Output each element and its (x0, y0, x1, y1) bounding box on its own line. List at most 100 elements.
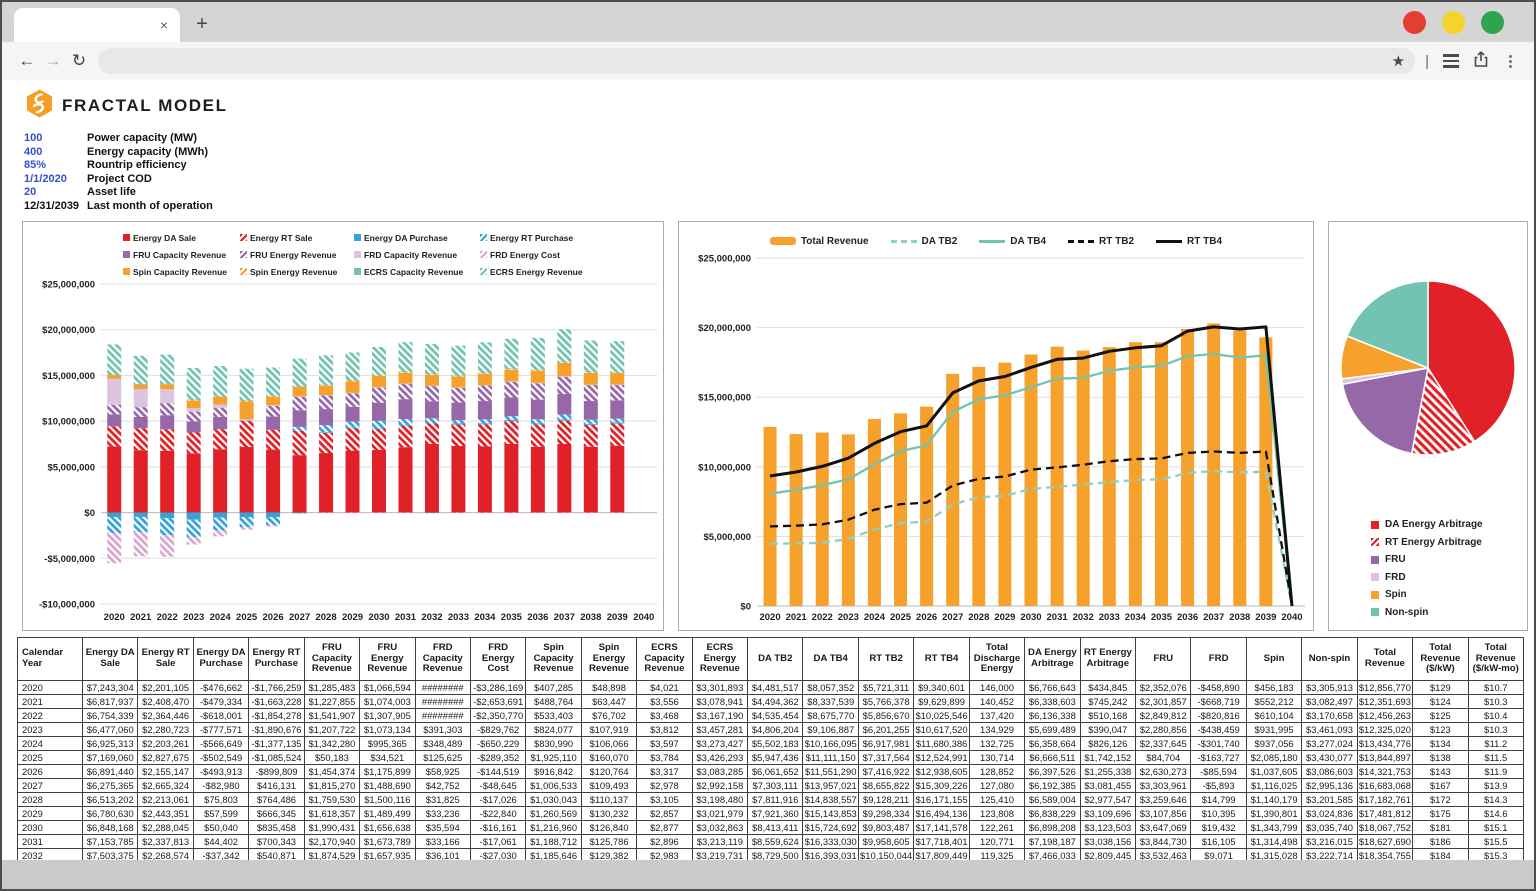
table-cell: $2,201,105 (138, 681, 193, 695)
window-maximize-button[interactable] (1481, 11, 1504, 34)
table-header-cell: Total Discharge Energy (969, 638, 1024, 681)
table-cell-year: 2021 (18, 695, 83, 709)
table-cell: $1,342,280 (304, 737, 359, 751)
legend-label: Spin (1385, 586, 1407, 604)
table-cell: $175 (1413, 807, 1468, 821)
table-header-cell: FRU (1136, 638, 1191, 681)
table-cell: $14,321,753 (1357, 765, 1412, 779)
parameters-list: 100Power capacity (MW)400Energy capacity… (24, 132, 1534, 213)
table-cell: -$899,809 (249, 765, 304, 779)
table-cell: $17,141,578 (914, 821, 969, 835)
window-minimize-button[interactable] (1442, 11, 1465, 34)
table-cell: 120,771 (969, 835, 1024, 849)
table-cell: $1,815,270 (304, 779, 359, 793)
table-cell: -$163,727 (1191, 751, 1246, 765)
table-cell: $1,343,799 (1246, 821, 1301, 835)
table-cell: $3,468 (637, 709, 692, 723)
table-cell: $6,589,004 (1025, 793, 1080, 807)
window-close-button[interactable] (1403, 11, 1426, 34)
table-cell: $3,167,190 (692, 709, 747, 723)
legend-item: DA Energy Arbitrage (1371, 516, 1527, 534)
new-tab-button[interactable]: + (190, 13, 214, 36)
table-cell: $126,840 (581, 821, 636, 835)
back-icon[interactable]: ← (14, 51, 40, 71)
svg-text:2029: 2029 (342, 612, 363, 623)
table-cell: $2,364,446 (138, 709, 193, 723)
legend-label: RT Energy Arbitrage (1385, 534, 1482, 552)
table-cell: $1,390,801 (1246, 807, 1301, 821)
more-options-icon[interactable]: ⋮ (1503, 52, 1518, 70)
svg-text:2021: 2021 (130, 612, 152, 623)
address-bar[interactable]: ★ (98, 48, 1415, 74)
table-cell: $15,724,692 (803, 821, 858, 835)
svg-text:2023: 2023 (183, 612, 204, 623)
legend-label: FRU (1385, 551, 1406, 569)
bookmark-star-icon[interactable]: ★ (1392, 52, 1405, 70)
table-cell: $1,454,374 (304, 765, 359, 779)
table-header-row: Calendar YearEnergy DA SaleEnergy RT Sal… (18, 638, 1524, 681)
table-cell: $9,340,601 (914, 681, 969, 695)
table-header-cell: RT TB2 (858, 638, 913, 681)
table-cell: $2,995,136 (1302, 779, 1357, 793)
table-header-cell: FRU Capacity Revenue (304, 638, 359, 681)
svg-text:$10,000,000: $10,000,000 (42, 417, 95, 428)
table-cell: $17,481,812 (1357, 807, 1412, 821)
table-cell: $11,111,150 (803, 751, 858, 765)
svg-text:2023: 2023 (838, 612, 859, 623)
legend-swatch (240, 251, 247, 258)
table-cell: -$2,653,691 (470, 695, 525, 709)
table-cell: $14,838,557 (803, 793, 858, 807)
table-row: 2029$6,780,630$2,443,351$57,599$666,345$… (18, 807, 1524, 821)
forward-icon[interactable]: → (40, 51, 66, 71)
svg-text:2031: 2031 (395, 612, 417, 623)
table-cell: $6,780,630 (83, 807, 138, 821)
svg-text:2036: 2036 (1177, 612, 1198, 623)
legend-item: FRD (1371, 569, 1527, 587)
svg-text:$5,000,000: $5,000,000 (47, 462, 95, 473)
horizontal-scrollbar[interactable] (2, 860, 1534, 889)
table-cell: $3,844,730 (1136, 835, 1191, 849)
svg-text:2037: 2037 (554, 612, 575, 623)
svg-text:2021: 2021 (786, 612, 808, 623)
menu-icon[interactable] (1443, 54, 1459, 68)
table-header-cell: Energy DA Sale (83, 638, 138, 681)
reload-icon[interactable]: ↻ (66, 51, 92, 71)
table-row: 2023$6,477,060$2,280,723-$777,571-$1,890… (18, 723, 1524, 737)
table-row: 2030$6,848,168$2,288,045$50,040$835,458$… (18, 821, 1524, 835)
table-cell: $3,277,024 (1302, 737, 1357, 751)
svg-text:$5,000,000: $5,000,000 (703, 532, 751, 543)
svg-text:2039: 2039 (607, 612, 628, 623)
table-cell: 130,714 (969, 751, 1024, 765)
table-cell: $18,067,752 (1357, 821, 1412, 835)
browser-tab[interactable]: × (14, 8, 180, 42)
legend-swatch (240, 268, 247, 275)
table-header-cell: Spin (1246, 638, 1301, 681)
table-cell: $12,856,770 (1357, 681, 1412, 695)
table-cell: $7,243,304 (83, 681, 138, 695)
table-header-cell: ECRS Energy Revenue (692, 638, 747, 681)
table-cell-year: 2026 (18, 765, 83, 779)
table-row: 2031$7,153,785$2,337,813$44,402$700,343$… (18, 835, 1524, 849)
share-icon[interactable] (1473, 50, 1489, 73)
table-cell: -$650,229 (470, 737, 525, 751)
table-cell: $5,766,378 (858, 695, 913, 709)
legend-item: ECRS Capacity Revenue (354, 265, 480, 278)
table-cell: $15,309,226 (914, 779, 969, 793)
table-cell: $42,752 (415, 779, 470, 793)
table-cell: -$1,663,228 (249, 695, 304, 709)
logo: FRACTAL MODEL (26, 92, 1534, 120)
table-cell: -$301,740 (1191, 737, 1246, 751)
table-cell: $916,842 (526, 765, 581, 779)
tab-close-icon[interactable]: × (160, 18, 168, 32)
legend-swatch (770, 237, 796, 245)
table-cell: $8,337,539 (803, 695, 858, 709)
table-cell: $2,280,723 (138, 723, 193, 737)
table-cell: $8,655,822 (858, 779, 913, 793)
table-cell: $937,056 (1246, 737, 1301, 751)
table-cell: -$829,762 (470, 723, 525, 737)
table-cell: $6,817,937 (83, 695, 138, 709)
table-cell: $2,877 (637, 821, 692, 835)
table-cell: $2,827,675 (138, 751, 193, 765)
legend-swatch (480, 268, 487, 275)
table-cell: $10,025,546 (914, 709, 969, 723)
